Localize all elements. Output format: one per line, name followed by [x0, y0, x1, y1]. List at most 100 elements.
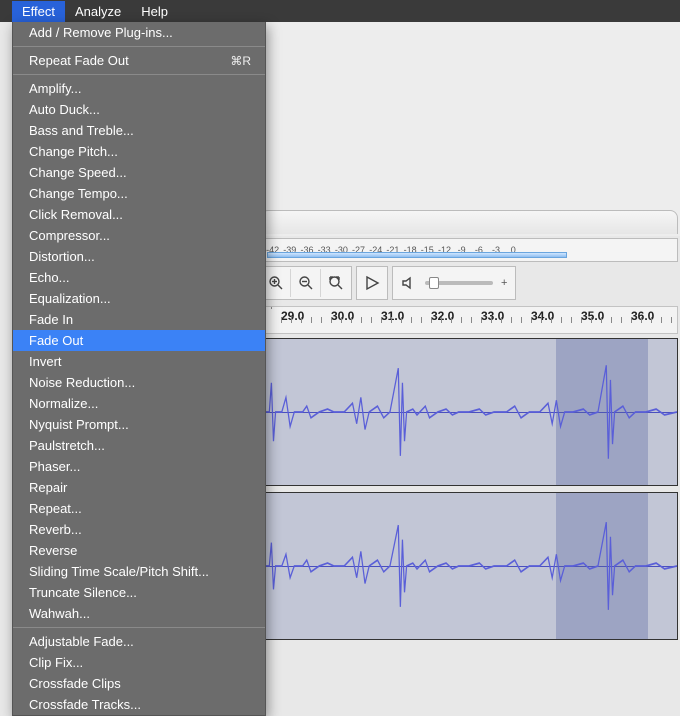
window-titlebar [260, 210, 678, 234]
menu-item-label: Bass and Treble... [29, 123, 134, 138]
menu-item-label: Amplify... [29, 81, 82, 96]
menu-item-adjustable-fade[interactable]: Adjustable Fade... [13, 631, 265, 652]
menubar: Effect Analyze Help [0, 0, 680, 22]
effect-menu: Add / Remove Plug-ins... Repeat Fade Out⌘… [12, 22, 266, 716]
menu-item-change-pitch[interactable]: Change Pitch... [13, 141, 265, 162]
menu-item-repair[interactable]: Repair [13, 477, 265, 498]
menu-item-label: Equalization... [29, 291, 111, 306]
ruler-mark: 30.0 [331, 307, 381, 323]
menu-item-amplify[interactable]: Amplify... [13, 78, 265, 99]
menu-item-bass-and-treble[interactable]: Bass and Treble... [13, 120, 265, 141]
waveform [261, 339, 677, 485]
menu-separator [13, 46, 265, 47]
ruler-mark: 35.0 [581, 307, 631, 323]
menu-item-label: Auto Duck... [29, 102, 100, 117]
menu-item-repeat[interactable]: Repeat... [13, 498, 265, 519]
zoom-in-icon [268, 275, 284, 291]
menu-item-fade-out[interactable]: Fade Out [13, 330, 265, 351]
menu-separator [13, 627, 265, 628]
timeline-ruler[interactable]: 29.0 30.0 31.0 32.0 33.0 34.0 35.0 36.0 … [260, 306, 678, 334]
volume-group: + [392, 266, 516, 300]
menu-item-label: Change Tempo... [29, 186, 128, 201]
ruler-mark: 33.0 [481, 307, 531, 323]
menu-item-invert[interactable]: Invert [13, 351, 265, 372]
menu-item-label: Repair [29, 480, 67, 495]
toolbar: + [260, 266, 678, 300]
menu-item-label: Reverse [29, 543, 77, 558]
menu-item-compressor[interactable]: Compressor... [13, 225, 265, 246]
menu-item-label: Fade In [29, 312, 73, 327]
menubar-item-help[interactable]: Help [131, 1, 178, 22]
menu-item-label: Compressor... [29, 228, 110, 243]
zoom-out-icon [298, 275, 314, 291]
menu-item-wahwah[interactable]: Wahwah... [13, 603, 265, 624]
ruler-mark: 29.0 [281, 307, 331, 323]
menu-item-label: Adjustable Fade... [29, 634, 134, 649]
menu-item-crossfade-tracks[interactable]: Crossfade Tracks... [13, 694, 265, 715]
track-2[interactable] [260, 492, 678, 640]
level-meter[interactable]: -42 -39 -36 -33 -30 -27 -24 -21 -18 -15 … [260, 238, 678, 262]
window-background [266, 22, 680, 236]
zoom-out-button[interactable] [291, 269, 321, 297]
menu-item-nyquist-prompt[interactable]: Nyquist Prompt... [13, 414, 265, 435]
waveform [261, 493, 677, 639]
menu-separator [13, 74, 265, 75]
tracks-area [260, 338, 678, 667]
menu-item-echo[interactable]: Echo... [13, 267, 265, 288]
menu-item-shortcut: ⌘R [230, 54, 251, 68]
ruler-mark: 34.0 [531, 307, 581, 323]
menu-item-label: Nyquist Prompt... [29, 417, 129, 432]
menu-item-clip-fix[interactable]: Clip Fix... [13, 652, 265, 673]
menu-item-label: Paulstretch... [29, 438, 105, 453]
plus-icon: + [501, 277, 507, 289]
menu-item-label: Normalize... [29, 396, 98, 411]
volume-slider-thumb[interactable] [429, 277, 439, 289]
menu-item-change-tempo[interactable]: Change Tempo... [13, 183, 265, 204]
menubar-item-analyze[interactable]: Analyze [65, 1, 131, 22]
menu-item-normalize[interactable]: Normalize... [13, 393, 265, 414]
menu-item-label: Echo... [29, 270, 69, 285]
menu-item-label: Change Pitch... [29, 144, 118, 159]
play-button[interactable] [357, 269, 387, 297]
menu-item-distortion[interactable]: Distortion... [13, 246, 265, 267]
menu-item-reverse[interactable]: Reverse [13, 540, 265, 561]
menu-item-label: Phaser... [29, 459, 80, 474]
menu-item-label: Invert [29, 354, 62, 369]
menu-item-crossfade-clips[interactable]: Crossfade Clips [13, 673, 265, 694]
menu-item-noise-reduction[interactable]: Noise Reduction... [13, 372, 265, 393]
menu-item-repeat-fade-out[interactable]: Repeat Fade Out⌘R [13, 50, 265, 71]
speaker-icon [401, 275, 417, 291]
volume-slider[interactable] [425, 281, 493, 285]
menu-item-equalization[interactable]: Equalization... [13, 288, 265, 309]
menu-item-label: Truncate Silence... [29, 585, 137, 600]
menu-item-auto-duck[interactable]: Auto Duck... [13, 99, 265, 120]
menu-item-reverb[interactable]: Reverb... [13, 519, 265, 540]
menu-item-phaser[interactable]: Phaser... [13, 456, 265, 477]
zoom-group [260, 266, 352, 300]
menu-item-fade-in[interactable]: Fade In [13, 309, 265, 330]
menubar-item-effect[interactable]: Effect [12, 1, 65, 22]
menu-item-click-removal[interactable]: Click Removal... [13, 204, 265, 225]
menu-item-label: Repeat... [29, 501, 82, 516]
menu-item-label: Sliding Time Scale/Pitch Shift... [29, 564, 209, 579]
menu-item-label: Noise Reduction... [29, 375, 135, 390]
track-1[interactable] [260, 338, 678, 486]
meter-bar [267, 252, 567, 258]
transport-group [356, 266, 388, 300]
menu-item-add-remove-plug-ins[interactable]: Add / Remove Plug-ins... [13, 22, 265, 43]
menu-item-label: Change Speed... [29, 165, 127, 180]
menu-item-label: Crossfade Clips [29, 676, 121, 691]
menu-item-change-speed[interactable]: Change Speed... [13, 162, 265, 183]
menu-item-label: Wahwah... [29, 606, 90, 621]
menu-item-label: Fade Out [29, 333, 83, 348]
menu-item-sliding-time-scale-pitch-shift[interactable]: Sliding Time Scale/Pitch Shift... [13, 561, 265, 582]
zoom-fit-icon [328, 275, 344, 291]
menu-item-paulstretch[interactable]: Paulstretch... [13, 435, 265, 456]
menu-item-truncate-silence[interactable]: Truncate Silence... [13, 582, 265, 603]
menu-item-label: Click Removal... [29, 207, 123, 222]
play-icon [364, 275, 380, 291]
ruler-mark: 31.0 [381, 307, 431, 323]
menu-item-label: Crossfade Tracks... [29, 697, 141, 712]
ruler-mark: 36.0 [631, 307, 678, 323]
zoom-fit-button[interactable] [321, 269, 351, 297]
